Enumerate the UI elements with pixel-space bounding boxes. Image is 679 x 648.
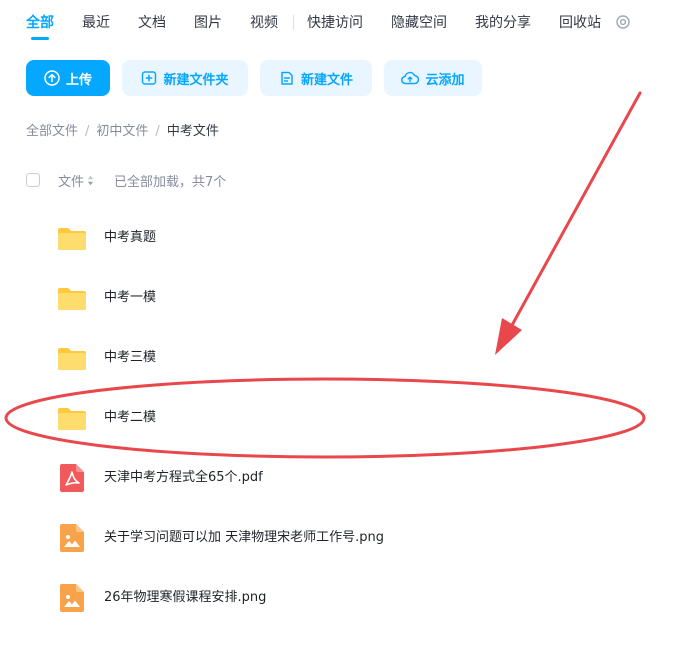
select-all-checkbox[interactable] [26, 173, 40, 187]
sort-icon [87, 175, 94, 185]
tab-hidden-space[interactable]: 隐藏空间 [391, 13, 447, 33]
file-name: 天津中考方程式全65个.pdf [104, 470, 263, 485]
breadcrumb-item-current: 中考文件 [166, 124, 219, 139]
file-row[interactable]: 中考真题 [0, 206, 679, 266]
tab-divider [293, 15, 294, 30]
breadcrumb: 全部文件 / 初中文件 / 中考文件 [26, 122, 219, 142]
new-file-label: 新建文件 [300, 72, 353, 88]
active-tab-indicator [31, 37, 49, 40]
tab-my-shares[interactable]: 我的分享 [475, 13, 531, 33]
cloud-upload-icon [401, 71, 420, 85]
tab-recycle-bin[interactable]: 回收站 [559, 13, 601, 33]
file-manager: 全部 最近 文档 图片 视频 快捷访问 隐藏空间 我的分享 回收站 上传 新建文… [0, 0, 679, 648]
file-name: 中考三模 [104, 350, 157, 365]
folder-icon [58, 228, 86, 250]
category-tabs: 全部 最近 文档 图片 视频 快捷访问 隐藏空间 我的分享 回收站 [0, 0, 679, 46]
folder-icon [58, 348, 86, 370]
new-folder-label: 新建文件夹 [163, 72, 229, 88]
upload-button[interactable]: 上传 [26, 60, 110, 96]
breadcrumb-item-middle-school[interactable]: 初中文件 [96, 124, 148, 139]
new-folder-button[interactable]: 新建文件夹 [122, 60, 248, 96]
list-header: 文件 已全部加载，共7个 [26, 170, 226, 190]
file-row-highlighted[interactable]: 中考二模 [0, 386, 679, 446]
tab-documents[interactable]: 文档 [138, 13, 166, 33]
column-name-label: 文件 [58, 174, 85, 190]
folder-icon [58, 288, 86, 310]
new-folder-icon [142, 71, 157, 85]
pdf-icon [60, 464, 84, 492]
tab-recent[interactable]: 最近 [82, 13, 110, 33]
upload-icon [44, 70, 60, 86]
cloud-add-button[interactable]: 云添加 [384, 60, 482, 96]
load-status-text: 已全部加载，共7个 [114, 174, 227, 190]
sort-by-name-button[interactable]: 文件 [58, 171, 94, 190]
tab-settings-icon[interactable] [615, 14, 631, 30]
file-row[interactable]: 26年物理寒假课程安排.png [0, 566, 679, 626]
folder-icon [58, 408, 86, 430]
breadcrumb-item-all-files[interactable]: 全部文件 [26, 124, 78, 139]
file-name: 中考二模 [104, 410, 157, 425]
file-row[interactable]: 天津中考方程式全65个.pdf [0, 446, 679, 506]
cloud-add-label: 云添加 [425, 72, 465, 88]
breadcrumb-separator: / [155, 124, 160, 139]
file-name: 中考一模 [104, 290, 157, 305]
image-icon [60, 584, 84, 612]
new-file-icon [281, 71, 293, 85]
upload-label: 上传 [65, 72, 92, 88]
file-row[interactable]: 关于学习问题可以加 天津物理宋老师工作号.png [0, 506, 679, 566]
tab-videos[interactable]: 视频 [250, 13, 278, 33]
tab-quick-access[interactable]: 快捷访问 [307, 13, 363, 33]
tab-pictures[interactable]: 图片 [194, 13, 222, 33]
tab-all[interactable]: 全部 [26, 13, 54, 33]
new-file-button[interactable]: 新建文件 [260, 60, 372, 96]
file-row[interactable]: 中考三模 [0, 326, 679, 386]
file-name: 关于学习问题可以加 天津物理宋老师工作号.png [104, 530, 385, 545]
file-name: 26年物理寒假课程安排.png [104, 590, 267, 605]
file-row[interactable]: 中考一模 [0, 266, 679, 326]
image-icon [60, 524, 84, 552]
breadcrumb-separator: / [85, 124, 90, 139]
file-name: 中考真题 [104, 230, 157, 245]
